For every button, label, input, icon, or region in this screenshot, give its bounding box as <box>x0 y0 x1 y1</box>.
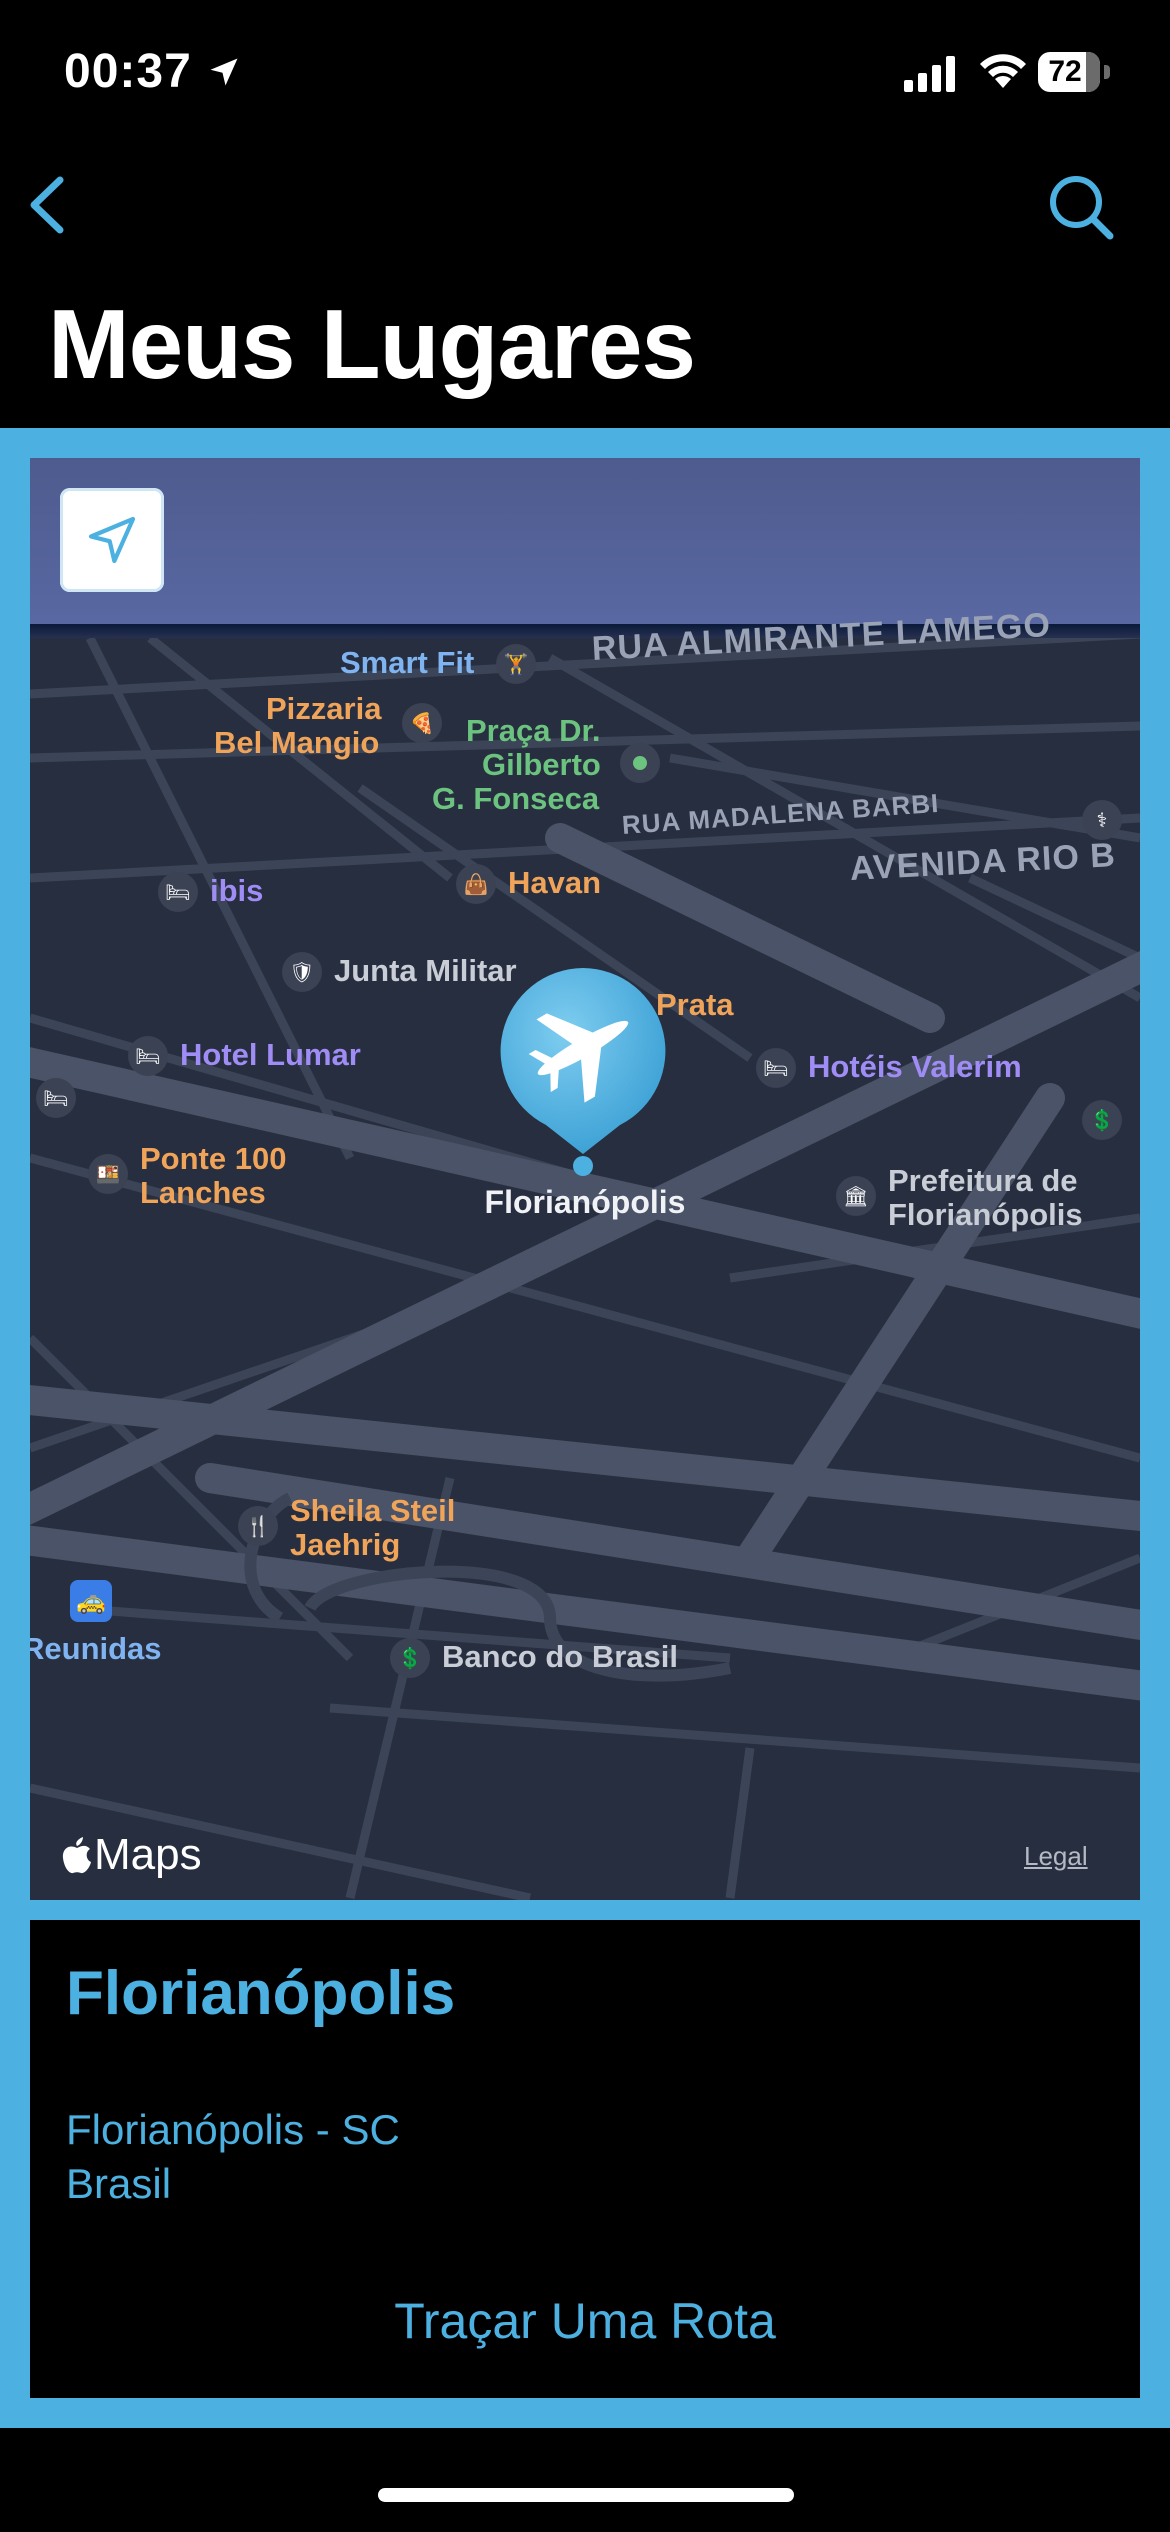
poi-ponte-100[interactable]: Ponte 100 <box>140 1142 286 1176</box>
taxi-icon: 🚕 <box>70 1580 112 1622</box>
shield-icon: 🛡 <box>282 952 322 992</box>
battery-level: 72 <box>1048 55 1082 88</box>
legal-link[interactable]: Legal <box>1024 1841 1088 1872</box>
bed-icon: 🛏 <box>756 1048 796 1088</box>
bed-icon: 🛏 <box>36 1078 76 1118</box>
poi-ibis[interactable]: ibis <box>210 874 263 908</box>
wifi-icon <box>980 54 1026 88</box>
status-time: 00:37 <box>64 45 192 98</box>
shopping-bag-icon: 👜 <box>456 864 496 904</box>
poi-praca-line3: G. Fonseca <box>432 781 600 816</box>
poi-prata[interactable]: Prata <box>656 988 734 1022</box>
location-arrow-icon <box>88 516 136 564</box>
poi-ponte-100-line2: Lanches <box>140 1175 266 1210</box>
apple-maps-logo: Maps <box>60 1830 202 1880</box>
map-view[interactable]: RUA ALMIRANTE LAMEGO RUA MADALENA BARBI … <box>30 458 1140 1900</box>
poi-sheila-steil[interactable]: Sheila Steil <box>290 1494 455 1528</box>
poi-pizzaria[interactable]: Pizzaria <box>266 692 381 726</box>
marker-label: Florianópolis <box>484 1184 686 1220</box>
poi-havan[interactable]: Havan <box>508 866 601 900</box>
dumbbell-icon: 🏋 <box>496 644 536 684</box>
marker-dot <box>573 1156 593 1176</box>
place-title: Florianópolis <box>66 1959 456 2028</box>
search-icon[interactable] <box>1046 172 1116 242</box>
cellular-signal-icon <box>904 56 955 92</box>
page-title: Meus Lugares <box>48 289 696 399</box>
status-bar: 00:37 72 <box>0 0 1170 150</box>
pizza-icon: 🍕 <box>402 703 442 743</box>
food-icon: 🍱 <box>88 1154 128 1194</box>
medical-icon: ⚕ <box>1082 800 1122 840</box>
route-button[interactable]: Traçar Uma Rota <box>30 2292 1140 2350</box>
address-line-1: Florianópolis - SC <box>66 2106 400 2153</box>
poi-pizzaria-line2: Bel Mangio <box>214 725 380 760</box>
poi-reunidas[interactable]: Reunidas <box>30 1632 162 1666</box>
back-chevron-icon[interactable] <box>22 170 72 240</box>
location-arrow-icon <box>210 58 238 86</box>
address-line-2: Brasil <box>66 2160 172 2207</box>
poi-hoteis-valerim[interactable]: Hotéis Valerim <box>808 1050 1022 1084</box>
poi-sheila-steil-line2: Jaehrig <box>290 1527 401 1562</box>
map-sky <box>30 458 1140 628</box>
bank-icon: 💲 <box>390 1638 430 1678</box>
poi-praca[interactable]: Praça Dr. <box>466 714 600 748</box>
park-icon <box>620 743 660 783</box>
fork-knife-icon: 🍴 <box>238 1506 278 1546</box>
poi-prefeitura[interactable]: Prefeitura de <box>888 1164 1078 1198</box>
bank-icon: 💲 <box>1082 1100 1122 1140</box>
bed-icon: 🛏 <box>128 1036 168 1076</box>
government-icon: 🏛 <box>836 1176 876 1216</box>
home-indicator[interactable] <box>378 2488 794 2502</box>
place-info-card: Florianópolis Florianópolis - SC Brasil … <box>30 1920 1140 2398</box>
battery-icon: 72 <box>1038 52 1110 94</box>
poi-hotel-lumar[interactable]: Hotel Lumar <box>180 1038 361 1072</box>
locate-me-button[interactable] <box>60 488 164 592</box>
apple-logo-icon <box>62 1837 91 1874</box>
poi-prefeitura-line2: Florianópolis <box>888 1197 1083 1232</box>
airport-marker-icon[interactable] <box>500 968 666 1158</box>
poi-praca-line2: Gilberto <box>482 747 601 782</box>
bed-icon: 🛏 <box>158 872 198 912</box>
poi-smart-fit[interactable]: Smart Fit <box>340 646 474 680</box>
poi-junta-militar[interactable]: Junta Militar <box>334 954 517 988</box>
poi-banco-do-brasil[interactable]: Banco do Brasil <box>442 1640 678 1674</box>
